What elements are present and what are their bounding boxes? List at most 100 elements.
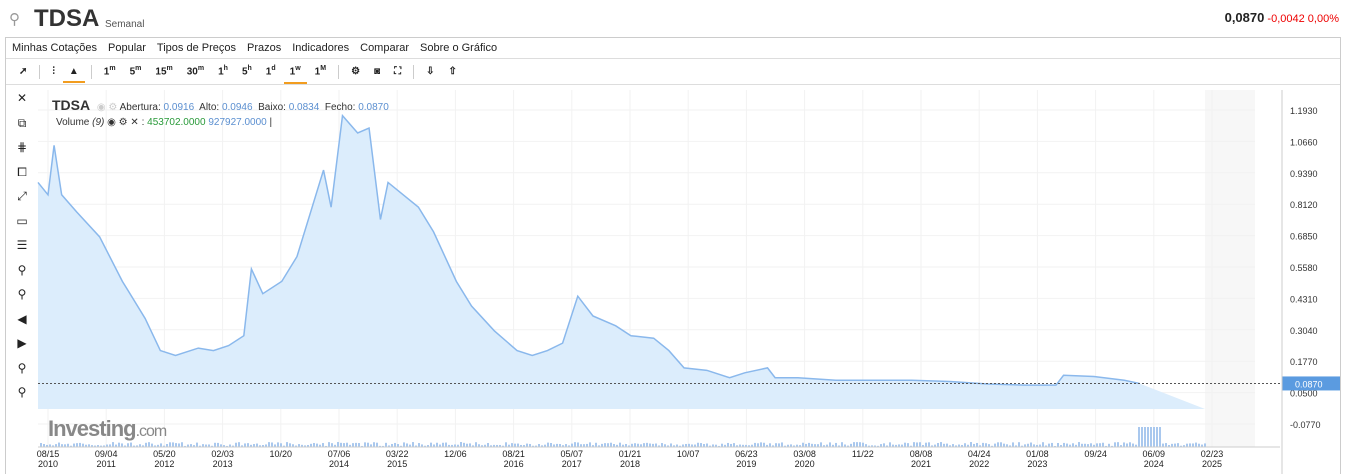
volume-bar — [1204, 443, 1206, 447]
legend-symbol: TDSA — [52, 97, 90, 113]
volume-bar — [505, 442, 507, 447]
volume-bar — [937, 443, 939, 447]
x-tick-year: 2011 — [97, 459, 116, 469]
volume-bar — [469, 443, 471, 447]
volume-bar — [1159, 427, 1161, 447]
volume-bar — [1153, 427, 1155, 447]
x-tick-year: 2013 — [213, 459, 233, 469]
x-tick-date: 06/09 — [1143, 449, 1166, 459]
volume-bar — [1123, 442, 1125, 447]
volume-bar — [268, 442, 270, 447]
volume-bar — [655, 444, 657, 447]
volume-bar — [856, 442, 858, 447]
volume-bar — [1192, 443, 1194, 447]
low-value: 0.0834 — [289, 102, 320, 113]
high-label: Alto: — [199, 102, 219, 113]
volume-bar — [1048, 444, 1050, 447]
x-tick-date: 04/24 — [968, 449, 991, 459]
volume-bar — [997, 442, 999, 447]
x-tick-year: 2022 — [969, 459, 989, 469]
volume-bar — [994, 444, 996, 447]
x-tick-date: 12/06 — [444, 449, 467, 459]
volume-bar — [907, 443, 909, 447]
volume-bar — [1090, 443, 1092, 447]
volume-bar — [760, 442, 762, 447]
volume-bar — [889, 442, 891, 447]
x-tick-date: 07/06 — [328, 449, 351, 459]
x-tick-year: 2017 — [562, 459, 582, 469]
eye-icon[interactable]: ◉ — [107, 117, 116, 128]
volume-bar — [862, 443, 864, 447]
y-tick-label: 1.0660 — [1290, 137, 1318, 147]
x-tick-date: 09/24 — [1084, 449, 1107, 459]
volume-bar — [1189, 443, 1191, 447]
y-tick-label: 0.4310 — [1290, 294, 1318, 304]
volume-bar — [853, 442, 855, 447]
volume-bar — [367, 443, 369, 447]
volume-period: (9) — [92, 117, 104, 128]
volume-bar — [946, 444, 948, 447]
low-label: Baixo: — [258, 102, 286, 113]
volume-bar — [277, 442, 279, 447]
volume-bar — [337, 442, 339, 447]
volume-bar — [118, 443, 120, 447]
volume-bar — [820, 442, 822, 447]
volume-bar — [328, 442, 330, 447]
y-tick-label: -0.0770 — [1290, 420, 1321, 430]
y-tick-label: 0.8120 — [1290, 200, 1318, 210]
volume-bar — [1177, 443, 1179, 447]
volume-bar — [1126, 443, 1128, 447]
volume-bar — [1156, 427, 1158, 447]
x-tick-date: 08/08 — [910, 449, 933, 459]
x-tick-year: 2025 — [1202, 459, 1222, 469]
volume-bar — [352, 443, 354, 447]
volume-bar — [970, 442, 972, 447]
volume-bar — [1141, 427, 1143, 447]
x-tick-date: 10/07 — [677, 449, 700, 459]
remove-icon[interactable]: ✕ — [130, 117, 138, 128]
volume-bar — [1138, 427, 1140, 447]
volume-bar — [1012, 442, 1014, 447]
volume-bar — [160, 443, 162, 447]
volume-bar — [1102, 443, 1104, 447]
volume-bar — [373, 442, 375, 447]
volume-bar — [604, 443, 606, 447]
volume-bar — [1000, 442, 1002, 447]
volume-bar — [475, 442, 477, 447]
volume-bar — [364, 442, 366, 447]
volume-bar — [1096, 443, 1098, 447]
volume-bar — [271, 442, 273, 447]
last-price-label: 0.0870 — [1295, 379, 1323, 389]
gear-icon[interactable]: ⚙ — [108, 102, 117, 113]
volume-bar — [1030, 443, 1032, 447]
price-chart[interactable]: 1.1930 1.0660 0.9390 0.8120 0.6850 0.5580 0.43… — [0, 0, 1345, 474]
close-value: 0.0870 — [358, 102, 389, 113]
investing-logo: Investing.com — [48, 416, 166, 442]
x-tick-date: 03/22 — [386, 449, 409, 459]
volume-bar — [1078, 442, 1080, 447]
volume-bar — [127, 443, 129, 447]
close-label: Fecho: — [325, 102, 356, 113]
x-tick-date: 01/08 — [1026, 449, 1049, 459]
volume-bar — [130, 443, 132, 447]
volume-bar — [151, 444, 153, 447]
volume-bar — [313, 443, 315, 447]
volume-bar — [763, 443, 765, 447]
volume-bar — [916, 442, 918, 447]
volume-bar — [331, 443, 333, 447]
x-tick-year: 2024 — [1144, 459, 1164, 469]
volume-bar — [196, 443, 198, 447]
volume-bar — [145, 443, 147, 447]
volume-legend: Volume (9) ◉ ⚙ ✕ : 453702.0000 927927.00… — [56, 117, 272, 128]
y-tick-label: 1.1930 — [1290, 106, 1318, 116]
gear-icon[interactable]: ⚙ — [119, 117, 128, 128]
volume-bar — [589, 442, 591, 447]
x-tick-year: 2020 — [795, 459, 815, 469]
volume-bar — [418, 443, 420, 447]
volume-bar — [883, 443, 885, 447]
y-tick-label: 0.6850 — [1290, 232, 1318, 242]
eye-icon[interactable]: ◉ — [97, 102, 106, 113]
volume-label: Volume — [56, 117, 89, 128]
volume-bar — [322, 443, 324, 447]
volume-bar — [982, 443, 984, 447]
